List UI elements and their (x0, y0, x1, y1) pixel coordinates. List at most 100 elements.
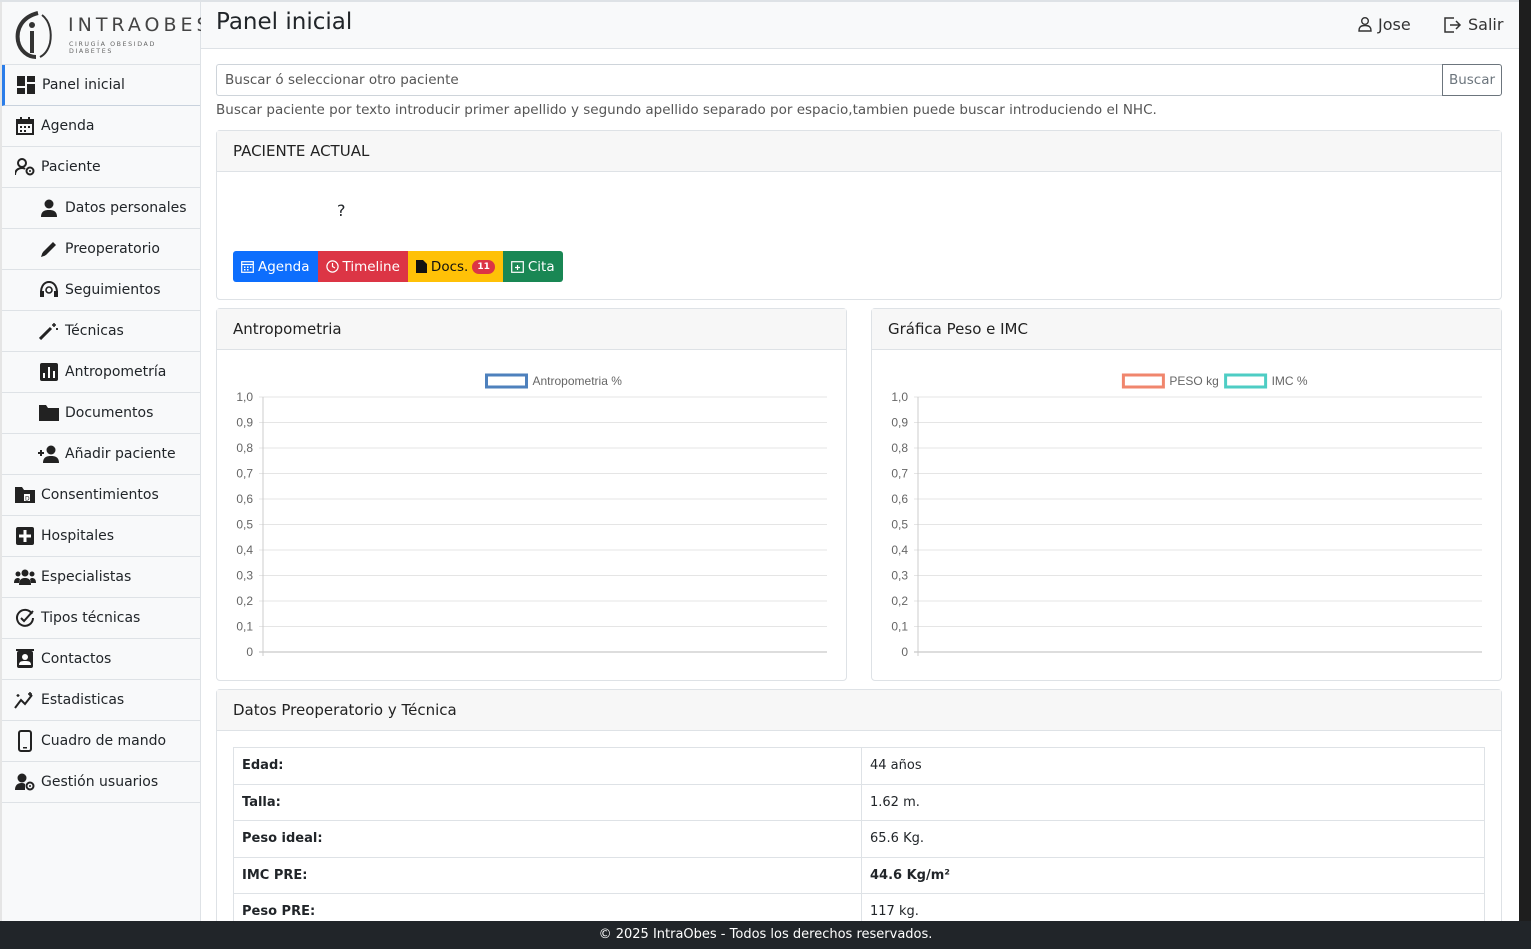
sidebar-item-label: Seguimientos (65, 282, 161, 298)
bar-chart-icon (38, 361, 60, 383)
sidebar-item-label: Especialistas (41, 569, 132, 585)
y-tick-label: 0,6 (236, 492, 253, 506)
logout-icon (1444, 16, 1462, 33)
top-bar: Panel inicial Jose Salir (201, 2, 1519, 49)
y-tick-label: 0,6 (891, 492, 908, 506)
contact-card-icon (14, 648, 36, 670)
sidebar-item-documentos[interactable]: Documentos (2, 393, 200, 434)
pencil-icon (38, 238, 60, 260)
legend-swatch[interactable] (485, 373, 528, 389)
logout-link[interactable]: Salir (1444, 15, 1503, 34)
row-value: 1.62 m. (861, 783, 1485, 821)
y-tick-label: 0,8 (891, 441, 908, 455)
brand-tagline: CIRUGÍA OBESIDAD DIABETES (69, 41, 156, 55)
app-window: INTRAOBES CIRUGÍA OBESIDAD DIABETES Pane… (0, 0, 1519, 921)
svg-text:D: D (25, 496, 30, 503)
sidebar-item-preoperatorio[interactable]: Preoperatorio (2, 229, 200, 270)
y-tick-label: 0,3 (236, 569, 253, 583)
y-tick-label: 0 (901, 645, 908, 659)
sidebar-item-agenda[interactable]: Agenda (2, 106, 200, 147)
legend-label: PESO kg (1169, 374, 1218, 388)
y-tick-label: 0,4 (236, 543, 253, 557)
sidebar-item-label: Paciente (41, 159, 101, 175)
logo[interactable]: INTRAOBES CIRUGÍA OBESIDAD DIABETES (2, 2, 209, 65)
card-header: Antropometria (217, 309, 846, 350)
preop-card: Datos Preoperatorio y Técnica Edad: 44 añ… (216, 689, 1502, 921)
row-label: IMC PRE: (233, 856, 862, 894)
row-value: 117 kg. (861, 893, 1485, 921)
patient-action-buttons: Agenda Timeline Docs. 11 Cita (233, 251, 563, 282)
sidebar-item-hospitales[interactable]: Hospitales (2, 516, 200, 557)
preop-table: Edad: 44 años Talla: 1.62 m. Peso ideal: 65.6… (233, 747, 1485, 921)
cita-button-label: Cita (527, 258, 555, 275)
dashboard-icon (15, 74, 37, 96)
sparkle-chart-icon (14, 689, 36, 711)
table-row: Talla: 1.62 m. (233, 783, 1485, 821)
sidebar-item-estadisticas[interactable]: Estadisticas (2, 680, 200, 721)
row-label: Peso ideal: (233, 820, 862, 858)
footer: © 2025 IntraObes - Todos los derechos re… (0, 921, 1531, 949)
headset-icon (38, 279, 60, 301)
patient-search-input[interactable] (216, 64, 1442, 96)
logout-label: Salir (1468, 15, 1504, 34)
person-add-icon (38, 443, 60, 465)
user-menu[interactable]: Jose (1358, 15, 1411, 34)
sidebar-item-tecnicas[interactable]: Técnicas (2, 311, 200, 352)
phone-icon (14, 730, 36, 752)
sidebar-item-especialistas[interactable]: Especialistas (2, 557, 200, 598)
cita-button[interactable]: Cita (502, 251, 563, 282)
sidebar-item-paciente[interactable]: Paciente (2, 147, 200, 188)
logo-mark-icon (15, 11, 52, 59)
timeline-button[interactable]: Timeline (317, 251, 408, 282)
sidebar: INTRAOBES CIRUGÍA OBESIDAD DIABETES Pane… (0, 2, 209, 921)
y-tick-label: 0,7 (236, 467, 253, 481)
folder-icon (38, 402, 60, 424)
weight-bmi-chart: PESO kg IMC % 0 0,1 0,2 0,3 0,4 0,5 0,6 0,7 0,8 0,9… (891, 373, 1482, 659)
y-tick-label: 0,1 (891, 620, 908, 634)
current-patient-card: PACIENTE ACTUAL ? Agenda Timeline Docs. … (216, 130, 1502, 300)
sidebar-item-datos-personales[interactable]: Datos personales (2, 188, 200, 229)
page-title: Panel inicial (216, 9, 353, 35)
legend-swatch[interactable] (1224, 373, 1268, 389)
sidebar-item-label: Documentos (65, 405, 154, 421)
search-button[interactable]: Buscar (1442, 64, 1502, 96)
main-content: Buscar Buscar paciente por texto introdu… (216, 64, 1502, 921)
card-header: Gráfica Peso e IMC (872, 309, 1501, 350)
docs-button-label: Docs. (430, 258, 469, 275)
sidebar-item-label: Antropometría (65, 364, 167, 380)
legend-label: IMC % (1272, 374, 1308, 388)
y-tick-label: 0,1 (236, 620, 253, 634)
user-icon (1358, 17, 1372, 32)
legend-label: Antropometria % (533, 374, 623, 388)
sidebar-item-seguimientos[interactable]: Seguimientos (2, 270, 200, 311)
sidebar-item-gestion-usuarios[interactable]: Gestión usuarios (2, 762, 200, 803)
sidebar-item-label: Agenda (41, 118, 95, 134)
y-tick-label: 0,8 (236, 441, 253, 455)
card-header: PACIENTE ACTUAL (217, 131, 1501, 172)
sidebar-item-antropometria[interactable]: Antropometría (2, 352, 200, 393)
calendar-icon (241, 261, 254, 273)
sidebar-item-cuadro-de-mando[interactable]: Cuadro de mando (2, 721, 200, 762)
sidebar-item-consentimientos[interactable]: D Consentimientos (2, 475, 200, 516)
folder-document-icon: D (14, 484, 36, 506)
sidebar-item-label: Cuadro de mando (41, 733, 167, 749)
sidebar-item-panel-inicial[interactable]: Panel inicial (2, 65, 200, 106)
card-header: Datos Preoperatorio y Técnica (217, 690, 1501, 731)
agenda-button[interactable]: Agenda (233, 251, 318, 282)
row-value: 44.6 Kg/m² (861, 856, 1485, 894)
docs-button[interactable]: Docs. 11 (407, 251, 503, 282)
sidebar-item-tipos-tecnicas[interactable]: Tipos técnicas (2, 598, 200, 639)
sidebar-item-contactos[interactable]: Contactos (2, 639, 200, 680)
search-help-text: Buscar paciente por texto introducir pri… (216, 102, 1157, 118)
person-icon (38, 197, 60, 219)
weight-bmi-chart-card: Gráfica Peso e IMC PESO kg IMC % 0 0,1 0,2 0,… (871, 308, 1502, 681)
sidebar-item-label: Datos personales (65, 200, 187, 216)
y-tick-label: 0,9 (891, 416, 908, 430)
hospital-plus-icon (14, 525, 36, 547)
legend-swatch[interactable] (1121, 373, 1165, 389)
sidebar-item-anadir-paciente[interactable]: Añadir paciente (2, 434, 200, 475)
table-row: Edad: 44 años (233, 747, 1485, 785)
magic-wand-icon (38, 320, 60, 342)
table-row: Peso PRE: 117 kg. (233, 893, 1485, 921)
row-label: Edad: (233, 747, 862, 785)
